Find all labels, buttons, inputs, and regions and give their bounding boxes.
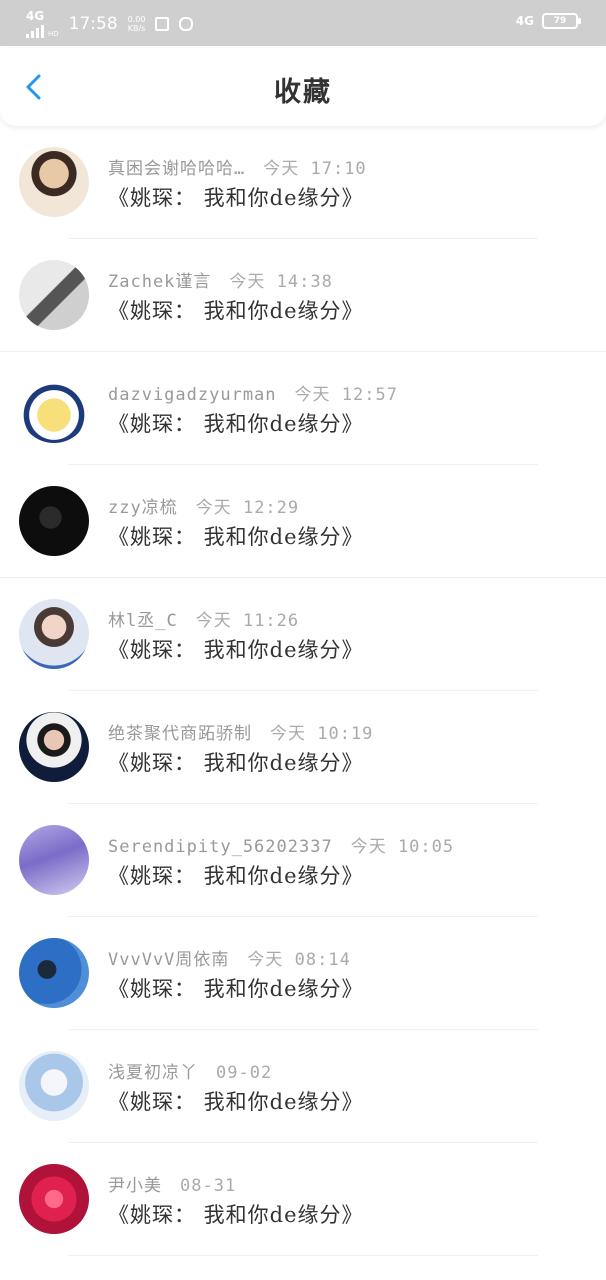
user-name[interactable]: Zachek谨言 [108,272,211,292]
list-item[interactable]: zzy凉梳 今天 12:29 《姚琛： 我和你de缘分》 [0,465,606,578]
list-item[interactable]: 真困会谢哈哈哈… 今天 17:10 《姚琛： 我和你de缘分》 [0,126,606,239]
network-speed: 0.00 KB/s [128,15,146,33]
avatar[interactable] [19,260,89,330]
user-name[interactable]: zzy凉梳 [108,498,178,518]
user-name[interactable]: dazvigadzyurman [108,385,277,405]
avatar[interactable] [19,599,89,669]
item-time: 今天 11:26 [195,611,300,631]
item-time: 今天 12:29 [195,498,300,518]
avatar[interactable] [19,1164,89,1234]
page-title: 收藏 [274,77,332,108]
item-time: 今天 10:05 [350,837,455,857]
item-content[interactable]: 《姚琛： 我和你de缘分》 [108,747,364,777]
user-name[interactable]: VvvVvV周依南 [108,950,229,970]
user-name[interactable]: Serendipity_56202337 [108,837,333,857]
list-item[interactable]: 林l丞_C 今天 11:26 《姚琛： 我和你de缘分》 [0,578,606,691]
signal-icon: 4G HD [26,10,59,38]
item-meta: 尹小美 08-31 [108,1171,236,1196]
avatar[interactable] [19,825,89,895]
avatar[interactable] [19,373,89,443]
list-item[interactable]: Zachek谨言 今天 14:38 《姚琛： 我和你de缘分》 [0,239,606,352]
avatar[interactable] [19,486,89,556]
avatar[interactable] [19,1051,89,1121]
avatar[interactable] [19,147,89,217]
item-meta: Serendipity_56202337 今天 10:05 [108,832,454,857]
item-content[interactable]: 《姚琛： 我和你de缘分》 [108,521,364,551]
network-sup: HD [48,30,59,38]
right-network-label: 4G [515,14,534,28]
header: 收藏 [0,48,606,126]
back-button[interactable] [18,70,52,104]
divider [68,1255,538,1256]
item-content[interactable]: 《姚琛： 我和你de缘分》 [108,1199,364,1229]
item-time: 今天 12:57 [294,385,398,405]
item-time: 09-02 [216,1063,273,1083]
list-item[interactable]: 尹小美 08-31 《姚琛： 我和你de缘分》 [0,1143,606,1256]
notification-icon [155,17,170,31]
status-left: 4G HD 17:58 0.00 KB/s [26,10,194,38]
battery-level: 79 [553,16,567,26]
user-name[interactable]: 绝茶聚代商跖骄制 [108,724,252,744]
list-item[interactable]: 绝茶聚代商跖骄制 今天 10:19 《姚琛： 我和你de缘分》 [0,691,606,804]
item-meta: Zachek谨言 今天 14:38 [108,267,333,292]
favorites-list: 真困会谢哈哈哈… 今天 17:10 《姚琛： 我和你de缘分》 Zachek谨言今… [0,126,606,1256]
item-content[interactable]: 《姚琛： 我和你de缘分》 [108,860,364,890]
battery-icon: 79 [542,13,581,29]
speed-value: 0.00 [127,15,146,24]
item-content[interactable]: 《姚琛： 我和你de缘分》 [108,408,364,438]
user-name[interactable]: 浅夏初凉丫 [108,1063,198,1083]
speed-unit: KB/s [127,24,146,33]
user-name[interactable]: 林l丞_C [108,611,178,631]
list-item[interactable]: Serendipity_56202337 今天 10:05 《姚琛： 我和你de缘… [0,804,606,917]
list-item[interactable]: VvvVvV周依南 今天 08:14 《姚琛： 我和你de缘分》 [0,917,606,1030]
status-bar: 4G HD 17:58 0.00 KB/s 4G 79 [0,0,606,46]
item-time: 今天 14:38 [229,272,333,292]
list-item[interactable]: dazvigadzyurman 今天 12:57 《姚琛： 我和你de缘分》 [0,352,606,465]
item-meta: 浅夏初凉丫 09-02 [108,1058,272,1083]
item-time: 今天 10:19 [270,724,374,744]
chevron-left-icon [26,74,41,100]
network-label: 4G [26,9,45,23]
item-meta: dazvigadzyurman 今天 12:57 [108,380,398,405]
item-time: 今天 08:14 [247,950,351,970]
user-name[interactable]: 尹小美 [108,1176,162,1196]
item-meta: zzy凉梳 今天 12:29 [108,493,299,518]
avatar[interactable] [19,712,89,782]
item-content[interactable]: 《姚琛： 我和你de缘分》 [108,295,364,325]
item-meta: 林l丞_C 今天 11:26 [108,606,299,631]
avatar[interactable] [19,938,89,1008]
item-time: 08-31 [180,1176,237,1196]
user-name[interactable]: 真困会谢哈哈哈… [108,159,245,179]
item-content[interactable]: 《姚琛： 我和你de缘分》 [108,182,364,212]
item-content[interactable]: 《姚琛： 我和你de缘分》 [108,973,364,1003]
item-content[interactable]: 《姚琛： 我和你de缘分》 [108,634,364,664]
stack-icon [179,17,194,31]
status-right: 4G 79 [515,13,581,29]
item-meta: 真困会谢哈哈哈… 今天 17:10 [108,154,367,179]
item-meta: 绝茶聚代商跖骄制 今天 10:19 [108,719,373,744]
list-item[interactable]: 浅夏初凉丫 09-02 《姚琛： 我和你de缘分》 [0,1030,606,1143]
item-content[interactable]: 《姚琛： 我和你de缘分》 [108,1086,364,1116]
item-meta: VvvVvV周依南 今天 08:14 [108,945,351,970]
item-time: 今天 17:10 [263,159,367,179]
clock: 17:58 [68,14,118,34]
